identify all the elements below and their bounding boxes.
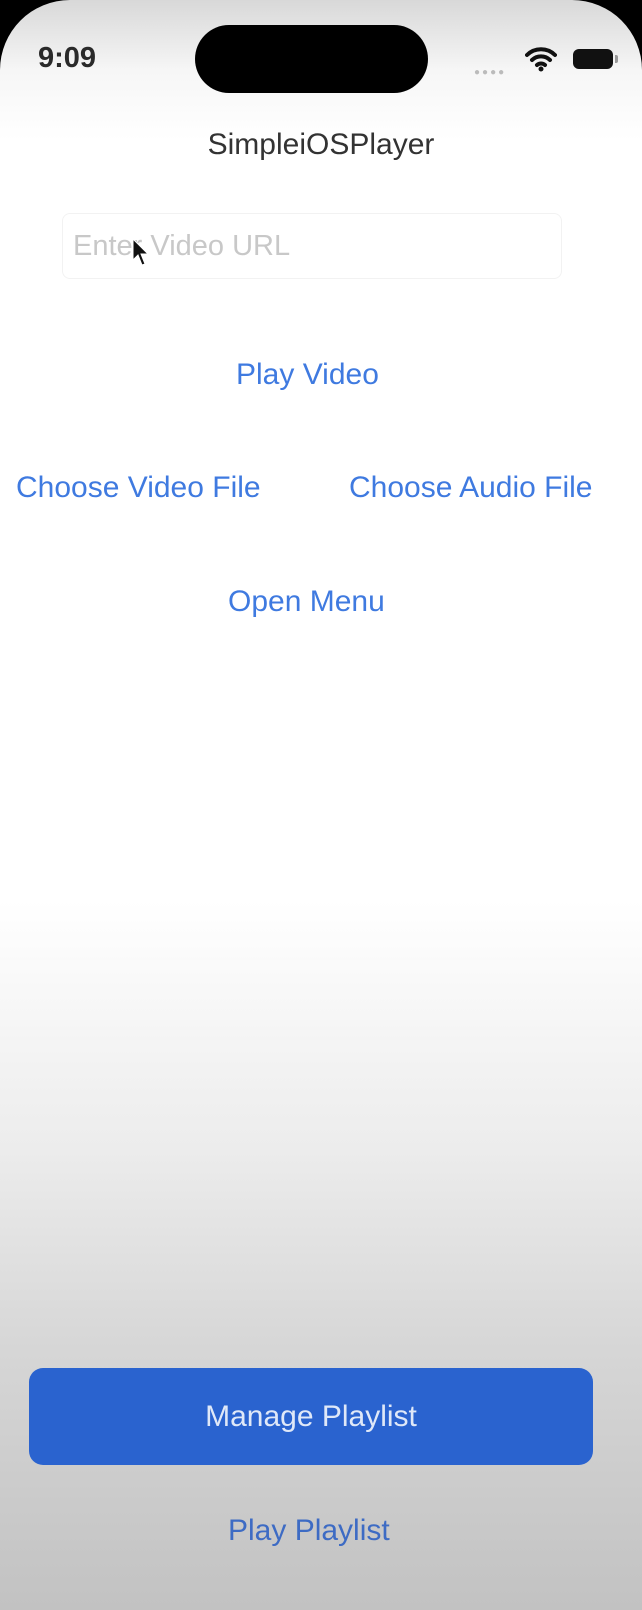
choose-audio-file-button[interactable]: Choose Audio File	[349, 471, 593, 505]
play-playlist-button[interactable]: Play Playlist	[228, 1514, 390, 1548]
signal-dots-icon: ●●●●	[474, 67, 507, 78]
dynamic-island	[195, 25, 428, 93]
choose-video-file-button[interactable]: Choose Video File	[16, 471, 261, 505]
wifi-icon	[525, 47, 557, 72]
open-menu-button[interactable]: Open Menu	[228, 585, 385, 619]
mouse-pointer-icon	[132, 238, 150, 266]
app-title: SimpleiOSPlayer	[207, 128, 435, 161]
manage-playlist-button[interactable]: Manage Playlist	[29, 1368, 593, 1465]
battery-icon	[573, 49, 618, 69]
status-time: 9:09	[38, 42, 97, 74]
play-video-button[interactable]: Play Video	[236, 358, 379, 392]
phone-screen: 9:09 ●●●● SimpleiOSPlayer Play Video Cho…	[0, 0, 642, 1610]
